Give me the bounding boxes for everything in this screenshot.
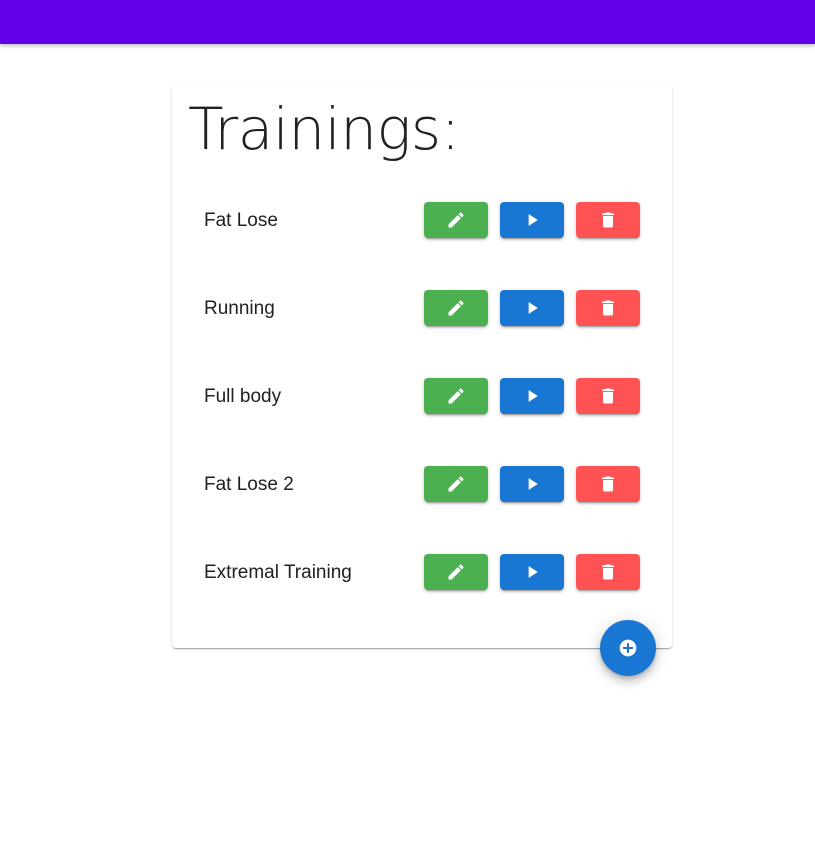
trash-icon	[602, 388, 614, 404]
list-item: Full body	[172, 378, 672, 466]
play-icon	[528, 478, 538, 490]
play-icon	[528, 214, 538, 226]
training-name: Full body	[204, 386, 282, 407]
app-bar	[0, 0, 815, 44]
play-button[interactable]	[500, 290, 564, 326]
edit-button[interactable]	[424, 554, 488, 590]
play-button[interactable]	[500, 378, 564, 414]
add-training-button[interactable]	[600, 620, 656, 676]
pencil-icon	[448, 388, 464, 404]
pencil-icon	[448, 476, 464, 492]
delete-button[interactable]	[576, 554, 640, 590]
play-icon	[528, 302, 538, 314]
pencil-icon	[448, 564, 464, 580]
pencil-icon	[448, 212, 464, 228]
trash-icon	[602, 476, 614, 492]
trainings-card: Trainings: Fat Lose Running Full body Fa…	[172, 84, 672, 648]
play-button[interactable]	[500, 554, 564, 590]
pencil-icon	[448, 300, 464, 316]
list-item: Running	[172, 290, 672, 378]
training-name: Fat Lose	[204, 210, 278, 231]
play-icon	[528, 390, 538, 402]
edit-button[interactable]	[424, 466, 488, 502]
list-item: Fat Lose	[172, 202, 672, 290]
page-title: Trainings:	[188, 95, 460, 163]
play-icon	[528, 566, 538, 578]
delete-button[interactable]	[576, 290, 640, 326]
edit-button[interactable]	[424, 290, 488, 326]
training-list: Fat Lose Running Full body Fat Lose 2 Ex…	[172, 202, 672, 642]
trash-icon	[602, 212, 614, 228]
training-name: Extremal Training	[204, 562, 352, 583]
edit-button[interactable]	[424, 378, 488, 414]
training-name: Running	[204, 298, 275, 319]
delete-button[interactable]	[576, 466, 640, 502]
plus-circle-icon	[619, 639, 637, 657]
trash-icon	[602, 300, 614, 316]
delete-button[interactable]	[576, 202, 640, 238]
list-item: Fat Lose 2	[172, 466, 672, 554]
edit-button[interactable]	[424, 202, 488, 238]
training-name: Fat Lose 2	[204, 474, 294, 495]
delete-button[interactable]	[576, 378, 640, 414]
play-button[interactable]	[500, 466, 564, 502]
trash-icon	[602, 564, 614, 580]
play-button[interactable]	[500, 202, 564, 238]
list-item: Extremal Training	[172, 554, 672, 642]
